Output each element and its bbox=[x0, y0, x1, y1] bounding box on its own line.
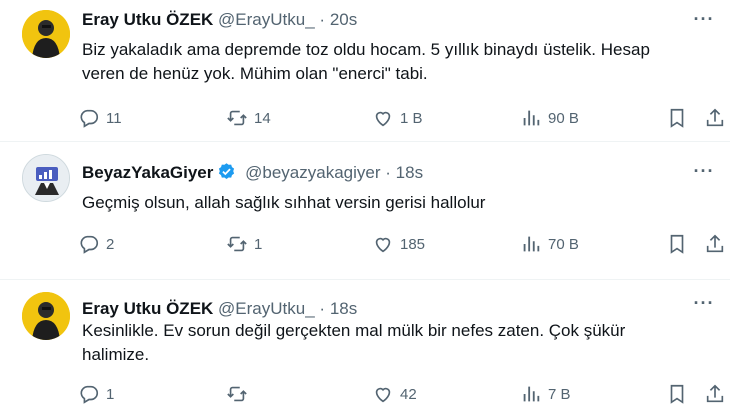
retweet-count: 14 bbox=[254, 109, 271, 127]
tweet-text-line: halimize. bbox=[82, 345, 150, 364]
retweet-button[interactable]: 1 bbox=[226, 232, 262, 256]
reply-icon bbox=[80, 385, 99, 404]
retweet-button[interactable]: 14 bbox=[226, 106, 271, 130]
bookmark-icon bbox=[670, 384, 684, 404]
like-count: 185 bbox=[400, 235, 426, 253]
like-button[interactable]: 1 B bbox=[372, 106, 423, 130]
reply-button[interactable]: 2 bbox=[78, 232, 114, 256]
separator-dot: · bbox=[319, 299, 326, 318]
retweet-icon bbox=[227, 386, 247, 402]
separator-dot: · bbox=[319, 10, 326, 29]
share-icon bbox=[706, 234, 724, 253]
retweet-icon bbox=[227, 110, 247, 126]
bookmark-icon bbox=[670, 108, 684, 128]
tweet[interactable]: BeyazYakaGiyer @beyazyakagiyer · 18s ···… bbox=[0, 142, 730, 280]
action-bar: 11 14 1 B 90 B bbox=[76, 106, 724, 130]
separator-dot: · bbox=[385, 163, 391, 182]
avatar[interactable] bbox=[22, 10, 70, 58]
view-count: 7 B bbox=[548, 385, 571, 403]
action-bar: 1 42 7 B bbox=[76, 382, 724, 406]
more-icon[interactable]: ··· bbox=[692, 162, 716, 186]
reply-count: 1 bbox=[106, 385, 115, 403]
share-icon bbox=[706, 384, 724, 403]
like-count: 42 bbox=[400, 385, 417, 403]
more-icon[interactable]: ··· bbox=[692, 10, 716, 34]
tweet-text: Kesinlikle. Ev sorun değil gerçekten mal… bbox=[82, 319, 700, 367]
display-name[interactable]: BeyazYakaGiyer bbox=[82, 163, 213, 182]
bookmark-button[interactable] bbox=[666, 232, 688, 256]
user-handle[interactable]: @beyazyakagiyer bbox=[245, 163, 380, 182]
more-icon[interactable]: ··· bbox=[692, 294, 716, 318]
reply-count: 11 bbox=[106, 109, 122, 127]
timestamp[interactable]: 20s bbox=[330, 10, 357, 29]
timestamp[interactable]: 18s bbox=[330, 299, 357, 318]
view-count: 90 B bbox=[548, 109, 579, 127]
display-name[interactable]: Eray Utku ÖZEK bbox=[82, 299, 213, 318]
bookmark-button[interactable] bbox=[666, 106, 688, 130]
tweet-header: Eray Utku ÖZEK @ErayUtku_ · 18s bbox=[82, 298, 670, 320]
views-icon bbox=[523, 236, 540, 252]
like-icon bbox=[375, 237, 391, 253]
user-handle[interactable]: @ErayUtku_ bbox=[218, 10, 315, 29]
retweet-count: 1 bbox=[254, 235, 263, 253]
share-icon bbox=[706, 108, 724, 127]
like-button[interactable]: 42 bbox=[372, 382, 417, 406]
views-icon bbox=[523, 110, 540, 126]
tweet-text: Geçmiş olsun, allah sağlık sıhhat versin… bbox=[82, 191, 700, 215]
verified-icon bbox=[217, 162, 236, 187]
bookmark-button[interactable] bbox=[666, 382, 688, 406]
tweet-text: Biz yakaladık ama depremde toz oldu hoca… bbox=[82, 38, 700, 86]
share-button[interactable] bbox=[704, 232, 726, 256]
timestamp[interactable]: 18s bbox=[396, 163, 423, 182]
tweet-text-line: Biz yakaladık ama depremde toz oldu hoca… bbox=[82, 40, 650, 59]
tweet-text-line: Geçmiş olsun, allah sağlık sıhhat versin… bbox=[82, 193, 486, 212]
reply-count: 2 bbox=[106, 235, 115, 253]
share-button[interactable] bbox=[704, 106, 726, 130]
action-bar: 2 1 185 70 B bbox=[76, 232, 724, 256]
display-name[interactable]: Eray Utku ÖZEK bbox=[82, 10, 213, 29]
avatar[interactable] bbox=[22, 292, 70, 340]
reply-icon bbox=[80, 235, 99, 254]
views-button[interactable]: 7 B bbox=[520, 382, 571, 406]
like-icon bbox=[375, 387, 391, 403]
tweet-text-line: Kesinlikle. Ev sorun değil gerçekten mal… bbox=[82, 321, 626, 340]
tweet[interactable]: Eray Utku ÖZEK @ErayUtku_ · 20s ··· Biz … bbox=[0, 0, 730, 142]
retweet-icon bbox=[227, 236, 247, 252]
avatar[interactable] bbox=[22, 154, 70, 202]
tweet-header: BeyazYakaGiyer @beyazyakagiyer · 18s bbox=[82, 162, 670, 187]
user-handle[interactable]: @ErayUtku_ bbox=[218, 299, 315, 318]
reply-icon bbox=[80, 109, 99, 128]
retweet-button[interactable] bbox=[226, 382, 254, 406]
tweet-text-line: veren de henüz yok. Mühim olan "enerci" … bbox=[82, 64, 428, 83]
views-icon bbox=[523, 386, 540, 402]
reply-button[interactable]: 11 bbox=[78, 106, 122, 130]
tweet[interactable]: Eray Utku ÖZEK @ErayUtku_ · 18s ··· Kesi… bbox=[0, 280, 730, 420]
like-count: 1 B bbox=[400, 109, 423, 127]
reply-button[interactable]: 1 bbox=[78, 382, 114, 406]
share-button[interactable] bbox=[704, 382, 726, 406]
view-count: 70 B bbox=[548, 235, 579, 253]
bookmark-icon bbox=[670, 234, 684, 254]
views-button[interactable]: 90 B bbox=[520, 106, 579, 130]
tweet-header: Eray Utku ÖZEK @ErayUtku_ · 20s bbox=[82, 9, 670, 31]
views-button[interactable]: 70 B bbox=[520, 232, 579, 256]
like-button[interactable]: 185 bbox=[372, 232, 425, 256]
like-icon bbox=[375, 111, 391, 127]
